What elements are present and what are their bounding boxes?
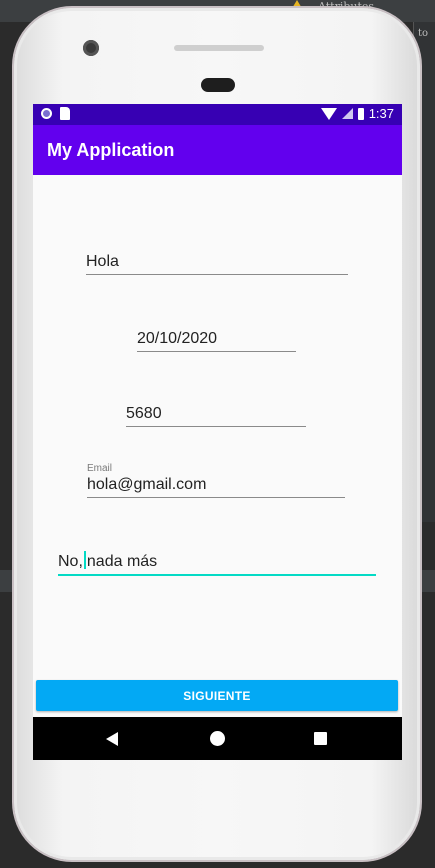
email-field-value: hola@gmail.com xyxy=(87,476,207,493)
signal-icon xyxy=(341,108,353,119)
name-field-value: Hola xyxy=(86,253,119,270)
comment-text-before-caret: No, xyxy=(58,553,83,570)
wifi-icon xyxy=(320,107,337,120)
navigation-bar xyxy=(33,717,402,760)
recents-icon[interactable] xyxy=(314,732,327,745)
battery-icon xyxy=(357,107,364,120)
number-field-value: 5680 xyxy=(126,405,162,422)
front-camera-icon xyxy=(83,40,99,56)
date-field[interactable]: 20/10/2020 xyxy=(137,320,296,352)
app-title: My Application xyxy=(47,140,175,160)
text-caret xyxy=(83,551,86,569)
sd-card-icon xyxy=(60,107,70,120)
date-field-value: 20/10/2020 xyxy=(137,330,218,347)
top-speaker-grille xyxy=(174,45,264,51)
device-screen: 1:37 My Application Hola 20/10/2020 5680… xyxy=(33,104,402,760)
status-time: 1:37 xyxy=(368,106,394,121)
comment-text-after-caret: nada más xyxy=(86,553,158,570)
ide-side-label: to xyxy=(418,28,429,39)
email-field[interactable]: Email hola@gmail.com xyxy=(87,460,345,498)
email-floating-label: Email xyxy=(87,463,113,474)
circle-icon xyxy=(41,108,52,119)
home-icon[interactable] xyxy=(210,731,225,746)
comment-field[interactable]: No, nada más xyxy=(58,539,376,576)
comment-field-value-wrapper: No, nada más xyxy=(58,551,157,571)
siguiente-button[interactable]: SIGUIENTE xyxy=(36,680,398,711)
earpiece-icon xyxy=(201,78,235,92)
name-field[interactable]: Hola xyxy=(86,244,348,275)
status-bar: 1:37 xyxy=(33,104,402,125)
app-bar: My Application xyxy=(33,125,402,175)
number-field[interactable]: 5680 xyxy=(126,394,306,427)
back-icon[interactable] xyxy=(106,732,118,746)
